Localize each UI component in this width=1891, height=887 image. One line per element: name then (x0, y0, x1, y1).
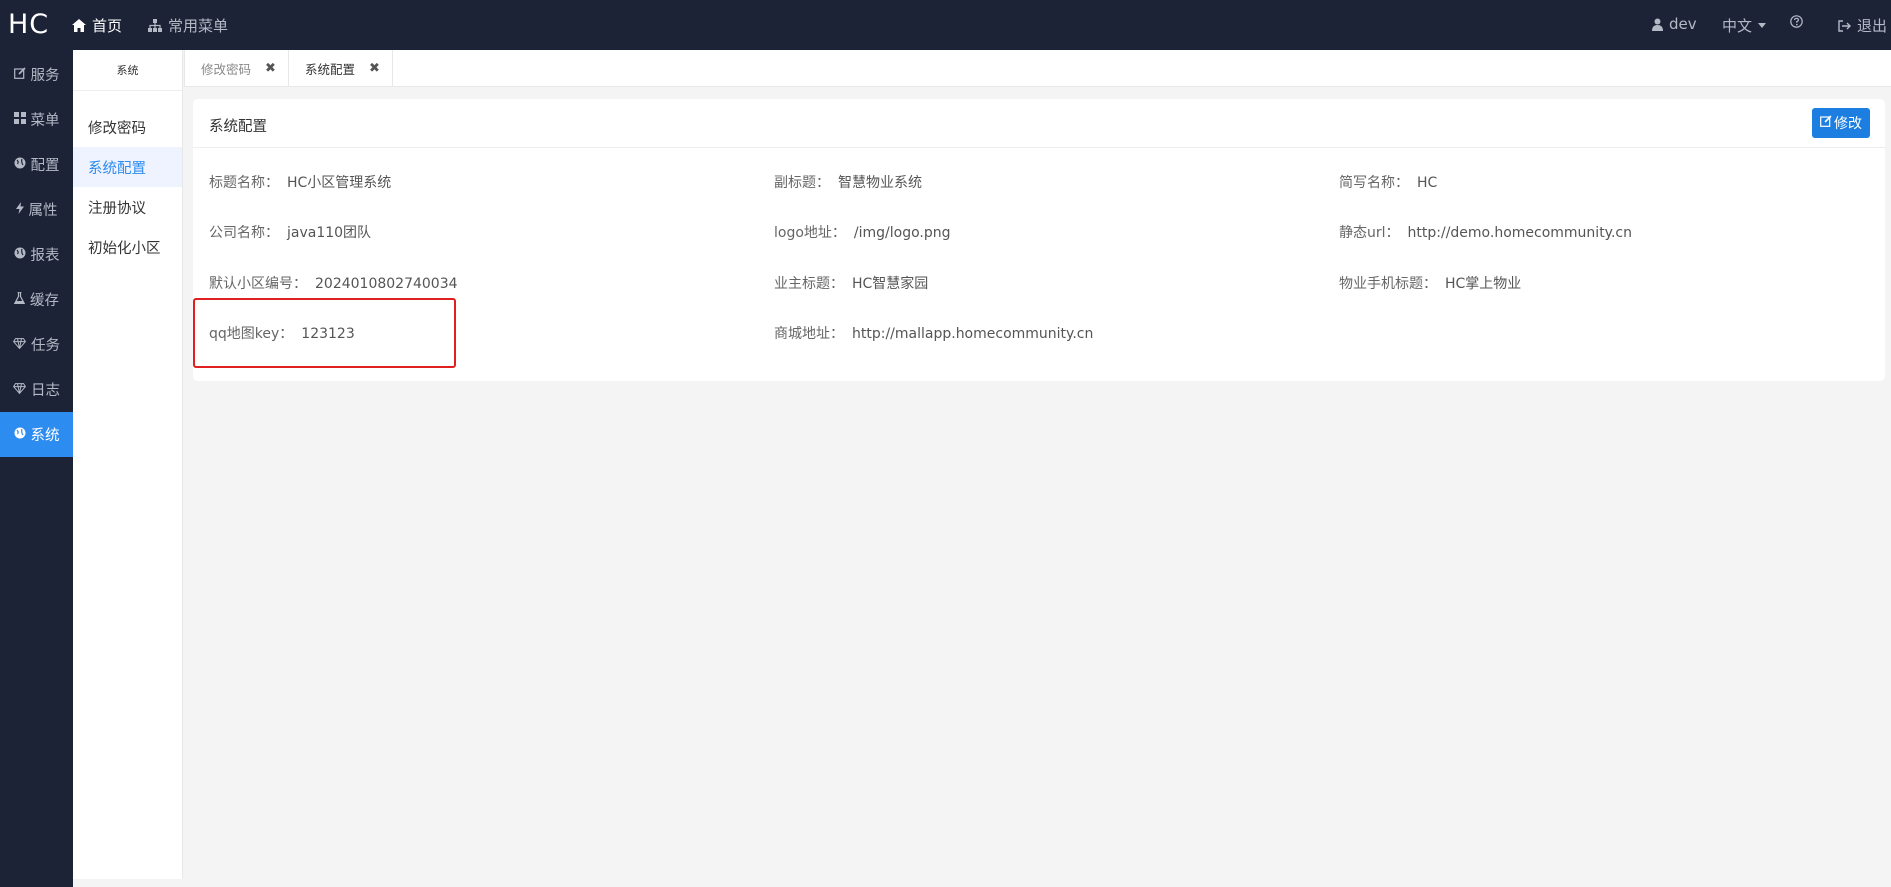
sidebar-item-menu[interactable]: 菜单 (0, 97, 73, 142)
app-logo[interactable]: HC (8, 9, 49, 40)
field-value: http://mallapp.homecommunity.cn (852, 326, 1094, 342)
globe-icon (14, 247, 26, 263)
sidebar-item-report[interactable]: 报表 (0, 232, 73, 277)
logout-button[interactable]: 退出 (1838, 15, 1887, 36)
sidebar-item-system[interactable]: 系统 (0, 412, 73, 457)
field-label: 简写名称： (1339, 175, 1409, 191)
field-value: 智慧物业系统 (838, 175, 922, 191)
edit-button[interactable]: 修改 (1812, 108, 1870, 138)
nav-home[interactable]: 首页 (72, 15, 122, 36)
field-value: HC掌上物业 (1445, 276, 1522, 292)
field-label: 默认小区编号： (209, 276, 307, 292)
help-button[interactable] (1790, 15, 1803, 28)
field-value: http://demo.homecommunity.cn (1407, 225, 1632, 241)
sidebar-item-task[interactable]: 任务 (0, 322, 73, 367)
sitemap-icon (148, 19, 162, 32)
sidebar-item-label: 缓存 (30, 293, 59, 309)
field-owner-title: 业主标题： HC智慧家园 (774, 273, 928, 293)
sidebar-item-cache[interactable]: 缓存 (0, 277, 73, 322)
submenu-item-register-agreement[interactable]: 注册协议 (73, 187, 182, 227)
sidebar-item-service[interactable]: 服务 (0, 52, 73, 97)
field-logo-url: logo地址： /img/logo.png (774, 222, 951, 242)
tab-change-password[interactable]: 修改密码 ✖ (184, 50, 289, 87)
card-title: 系统配置 (209, 119, 267, 135)
field-label: logo地址： (774, 225, 846, 241)
field-value: HC (1417, 175, 1438, 191)
field-subtitle: 副标题： 智慧物业系统 (774, 172, 922, 192)
grid-icon (13, 111, 26, 128)
field-static-url: 静态url： http://demo.homecommunity.cn (1339, 222, 1632, 242)
edit-icon (1820, 115, 1832, 131)
bolt-icon (15, 201, 24, 218)
sidebar-item-label: 日志 (31, 383, 60, 399)
globe-icon (14, 157, 26, 173)
sidebar-item-log[interactable]: 日志 (0, 367, 73, 412)
diamond-icon (12, 337, 27, 353)
field-label: 业主标题： (774, 276, 844, 292)
caret-down-icon (1758, 23, 1767, 28)
field-title-name: 标题名称： HC小区管理系统 (209, 172, 391, 192)
field-label: 物业手机标题： (1339, 276, 1437, 292)
highlight-annotation-box (193, 298, 456, 368)
sidebar-item-label: 报表 (30, 248, 60, 264)
edit-button-label: 修改 (1834, 116, 1862, 132)
question-circle-icon (1790, 15, 1803, 28)
field-label: 副标题： (774, 175, 830, 191)
field-default-community-id: 默认小区编号： 2024010802740034 (209, 273, 458, 293)
field-mall-url: 商城地址： http://mallapp.homecommunity.cn (774, 323, 1093, 343)
sidebar-item-label: 菜单 (30, 113, 60, 129)
user-icon (1652, 18, 1663, 31)
sign-out-icon (1838, 19, 1851, 32)
home-icon (72, 19, 86, 32)
sidebar-item-config[interactable]: 配置 (0, 142, 73, 187)
globe-icon (14, 427, 26, 443)
field-value: java110团队 (287, 225, 372, 241)
secondary-menu: 系统 修改密码 系统配置 注册协议 初始化小区 (73, 50, 183, 879)
secondary-menu-title: 系统 (73, 50, 182, 91)
edit-icon (13, 66, 26, 83)
logout-label: 退出 (1857, 17, 1888, 35)
sidebar-item-label: 配置 (30, 158, 60, 174)
field-value: 2024010802740034 (315, 276, 458, 292)
field-label: 标题名称： (209, 175, 279, 191)
tab-label: 修改密码 (201, 62, 252, 77)
nav-common-menu-label: 常用菜单 (168, 17, 229, 35)
main-sidebar: 服务 菜单 配置 属性 报表 缓存 任务 日志 系统 (0, 50, 73, 887)
diamond-icon (12, 382, 27, 398)
sidebar-item-attribute[interactable]: 属性 (0, 187, 73, 232)
tab-bar: 修改密码 ✖ 系统配置 ✖ (184, 50, 1891, 87)
sidebar-item-label: 任务 (31, 338, 60, 354)
language-label: 中文 (1722, 17, 1753, 35)
submenu-item-change-password[interactable]: 修改密码 (73, 107, 182, 147)
tab-system-config[interactable]: 系统配置 ✖ (289, 50, 393, 87)
field-company-name: 公司名称： java110团队 (209, 222, 371, 242)
submenu-item-init-community[interactable]: 初始化小区 (73, 227, 182, 267)
nav-common-menu[interactable]: 常用菜单 (148, 15, 228, 36)
language-dropdown[interactable]: 中文 (1722, 15, 1767, 36)
close-icon[interactable]: ✖ (265, 61, 276, 76)
field-value: HC智慧家园 (852, 276, 929, 292)
field-label: 商城地址： (774, 326, 844, 342)
sidebar-item-label: 属性 (28, 203, 58, 219)
field-label: 公司名称： (209, 225, 279, 241)
user-menu[interactable]: dev (1652, 15, 1697, 33)
field-label: 静态url： (1339, 225, 1400, 241)
field-short-name: 简写名称： HC (1339, 172, 1437, 192)
top-navbar: HC 首页 常用菜单 dev 中文 退出 (0, 0, 1891, 50)
field-property-mobile-title: 物业手机标题： HC掌上物业 (1339, 273, 1521, 293)
close-icon[interactable]: ✖ (369, 61, 380, 76)
nav-home-label: 首页 (92, 17, 123, 35)
field-value: HC小区管理系统 (287, 175, 392, 191)
sidebar-item-label: 系统 (30, 428, 60, 444)
sidebar-item-label: 服务 (30, 68, 60, 84)
card-header: 系统配置 修改 (193, 99, 1885, 148)
user-name: dev (1669, 15, 1697, 33)
submenu-item-system-config[interactable]: 系统配置 (73, 147, 182, 187)
tab-label: 系统配置 (305, 62, 356, 77)
field-value: /img/logo.png (853, 225, 951, 241)
flask-icon (13, 290, 26, 308)
